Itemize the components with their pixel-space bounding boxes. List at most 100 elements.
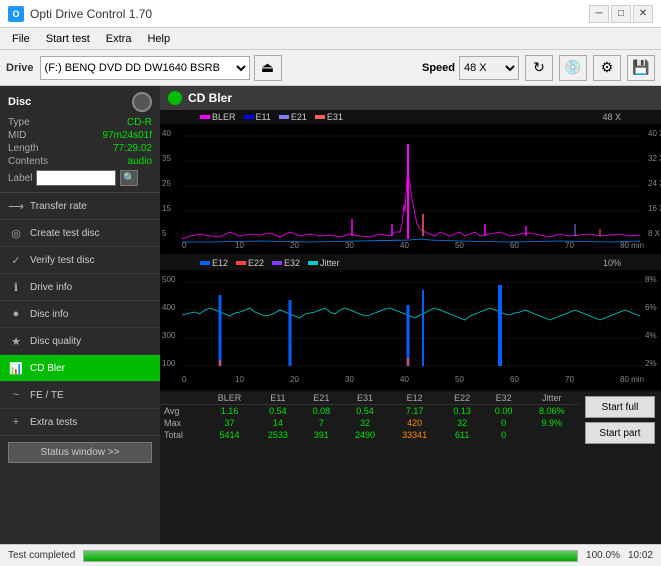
nav-disc-quality[interactable]: ★ Disc quality bbox=[0, 328, 160, 355]
nav-cd-bler[interactable]: 📊 CD Bler bbox=[0, 355, 160, 382]
titlebar: O Opti Drive Control 1.70 ─ □ ✕ bbox=[0, 0, 661, 28]
menu-start-test[interactable]: Start test bbox=[38, 31, 98, 47]
eject-button[interactable]: ⏏ bbox=[254, 55, 282, 81]
svg-text:8%: 8% bbox=[645, 275, 657, 284]
legend-e31: E31 bbox=[327, 112, 343, 122]
nav-disc-info-label: Disc info bbox=[30, 309, 68, 320]
nav-verify-test-disc-label: Verify test disc bbox=[30, 255, 94, 266]
svg-text:400: 400 bbox=[162, 303, 176, 312]
transfer-rate-icon: ⟶ bbox=[8, 198, 24, 214]
nav-extra-tests[interactable]: + Extra tests bbox=[0, 409, 160, 436]
total-e31: 2490 bbox=[342, 429, 388, 441]
svg-text:80 min: 80 min bbox=[620, 375, 644, 384]
total-e32: 0 bbox=[483, 429, 525, 441]
mid-label: MID bbox=[8, 130, 26, 141]
nav-transfer-rate[interactable]: ⟶ Transfer rate bbox=[0, 193, 160, 220]
svg-text:20: 20 bbox=[290, 375, 299, 384]
nav-drive-info-label: Drive info bbox=[30, 282, 72, 293]
nav-fe-te-label: FE / TE bbox=[30, 390, 64, 401]
disc-button[interactable]: 💿 bbox=[559, 55, 587, 81]
action-buttons: Start full Start part bbox=[579, 392, 661, 448]
svg-text:70: 70 bbox=[565, 241, 574, 250]
nav-cd-bler-label: CD Bler bbox=[30, 363, 65, 374]
stats-section: BLER E11 E21 E31 E12 E22 E32 Jitter Avg bbox=[160, 392, 579, 448]
max-e22: 32 bbox=[441, 417, 483, 429]
disc-panel: Disc Type CD-R MID 97m24s01f Length 77:2… bbox=[0, 86, 160, 193]
settings-button[interactable]: ⚙ bbox=[593, 55, 621, 81]
svg-text:10: 10 bbox=[235, 241, 244, 250]
legend-e11: E11 bbox=[256, 112, 271, 122]
svg-text:16 X: 16 X bbox=[648, 204, 661, 213]
avg-e12: 7.17 bbox=[388, 405, 442, 418]
nav-disc-info[interactable]: ● Disc info bbox=[0, 301, 160, 328]
start-full-button[interactable]: Start full bbox=[585, 396, 655, 418]
svg-text:50: 50 bbox=[455, 241, 464, 250]
legend-e32: E32 bbox=[284, 258, 300, 268]
status-window-button[interactable]: Status window >> bbox=[8, 442, 152, 463]
minimize-button[interactable]: ─ bbox=[589, 5, 609, 23]
extra-tests-icon: + bbox=[8, 414, 24, 430]
menubar: File Start test Extra Help bbox=[0, 28, 661, 50]
svg-text:5: 5 bbox=[162, 229, 167, 238]
menu-help[interactable]: Help bbox=[139, 31, 178, 47]
total-e12: 33341 bbox=[388, 429, 442, 441]
stats-row-max: Max 37 14 7 32 420 32 0 9.9% bbox=[160, 417, 579, 429]
legend-bottom: E12 E22 E32 Jitter 10% bbox=[160, 256, 661, 270]
speed-selector[interactable]: 48 X bbox=[459, 56, 519, 80]
nav-create-test-disc[interactable]: ◎ Create test disc bbox=[0, 220, 160, 247]
refresh-button[interactable]: ↻ bbox=[525, 55, 553, 81]
avg-e31: 0.54 bbox=[342, 405, 388, 418]
svg-text:4%: 4% bbox=[645, 331, 657, 340]
type-value: CD-R bbox=[127, 117, 152, 128]
nav-disc-quality-label: Disc quality bbox=[30, 336, 81, 347]
drive-selector[interactable]: (F:) BENQ DVD DD DW1640 BSRB bbox=[40, 56, 250, 80]
contents-label: Contents bbox=[8, 156, 48, 167]
svg-text:2%: 2% bbox=[645, 359, 657, 368]
th-e12: E12 bbox=[388, 392, 442, 405]
nav-extra-tests-label: Extra tests bbox=[30, 417, 77, 428]
svg-text:500: 500 bbox=[162, 275, 176, 284]
nav-fe-te[interactable]: ~ FE / TE bbox=[0, 382, 160, 409]
total-jitter bbox=[524, 429, 579, 441]
window-controls: ─ □ ✕ bbox=[589, 5, 653, 23]
start-part-button[interactable]: Start part bbox=[585, 422, 655, 444]
total-label: Total bbox=[160, 429, 204, 441]
chart-bottom: 500 400 300 100 8% 6% 4% 2% 0 10 20 30 4… bbox=[160, 270, 661, 390]
th-e31: E31 bbox=[342, 392, 388, 405]
mid-value: 97m24s01f bbox=[103, 130, 152, 141]
avg-e11: 0.54 bbox=[255, 405, 301, 418]
toolbar: Drive (F:) BENQ DVD DD DW1640 BSRB ⏏ Spe… bbox=[0, 50, 661, 86]
save-button[interactable]: 💾 bbox=[627, 55, 655, 81]
svg-text:100: 100 bbox=[162, 359, 176, 368]
stats-and-buttons: BLER E11 E21 E31 E12 E22 E32 Jitter Avg bbox=[160, 392, 661, 448]
total-e11: 2533 bbox=[255, 429, 301, 441]
stats-table: BLER E11 E21 E31 E12 E22 E32 Jitter Avg bbox=[160, 392, 579, 441]
svg-text:8 X: 8 X bbox=[648, 229, 661, 238]
legend-e22: E22 bbox=[248, 258, 264, 268]
label-input[interactable] bbox=[36, 170, 116, 186]
contents-value: audio bbox=[128, 156, 152, 167]
nav-drive-info[interactable]: ℹ Drive info bbox=[0, 274, 160, 301]
main-area: Disc Type CD-R MID 97m24s01f Length 77:2… bbox=[0, 86, 661, 544]
svg-text:10: 10 bbox=[235, 375, 244, 384]
legend-e21: E21 bbox=[291, 112, 307, 122]
svg-text:40: 40 bbox=[400, 241, 409, 250]
svg-text:0: 0 bbox=[182, 375, 187, 384]
label-search-button[interactable]: 🔍 bbox=[120, 170, 138, 186]
avg-bler: 1.16 bbox=[204, 405, 255, 418]
menu-file[interactable]: File bbox=[4, 31, 38, 47]
svg-text:15: 15 bbox=[162, 204, 171, 213]
chart-title: CD Bler bbox=[188, 91, 232, 105]
close-button[interactable]: ✕ bbox=[633, 5, 653, 23]
app-icon: O bbox=[8, 6, 24, 22]
th-e21: E21 bbox=[301, 392, 343, 405]
titlebar-left: O Opti Drive Control 1.70 bbox=[8, 6, 152, 22]
svg-text:80 min: 80 min bbox=[620, 241, 644, 250]
avg-e22: 0.13 bbox=[441, 405, 483, 418]
nav-verify-test-disc[interactable]: ✓ Verify test disc bbox=[0, 247, 160, 274]
verify-disc-icon: ✓ bbox=[8, 252, 24, 268]
maximize-button[interactable]: □ bbox=[611, 5, 631, 23]
svg-text:50: 50 bbox=[455, 375, 464, 384]
drive-info-icon: ℹ bbox=[8, 279, 24, 295]
menu-extra[interactable]: Extra bbox=[98, 31, 140, 47]
